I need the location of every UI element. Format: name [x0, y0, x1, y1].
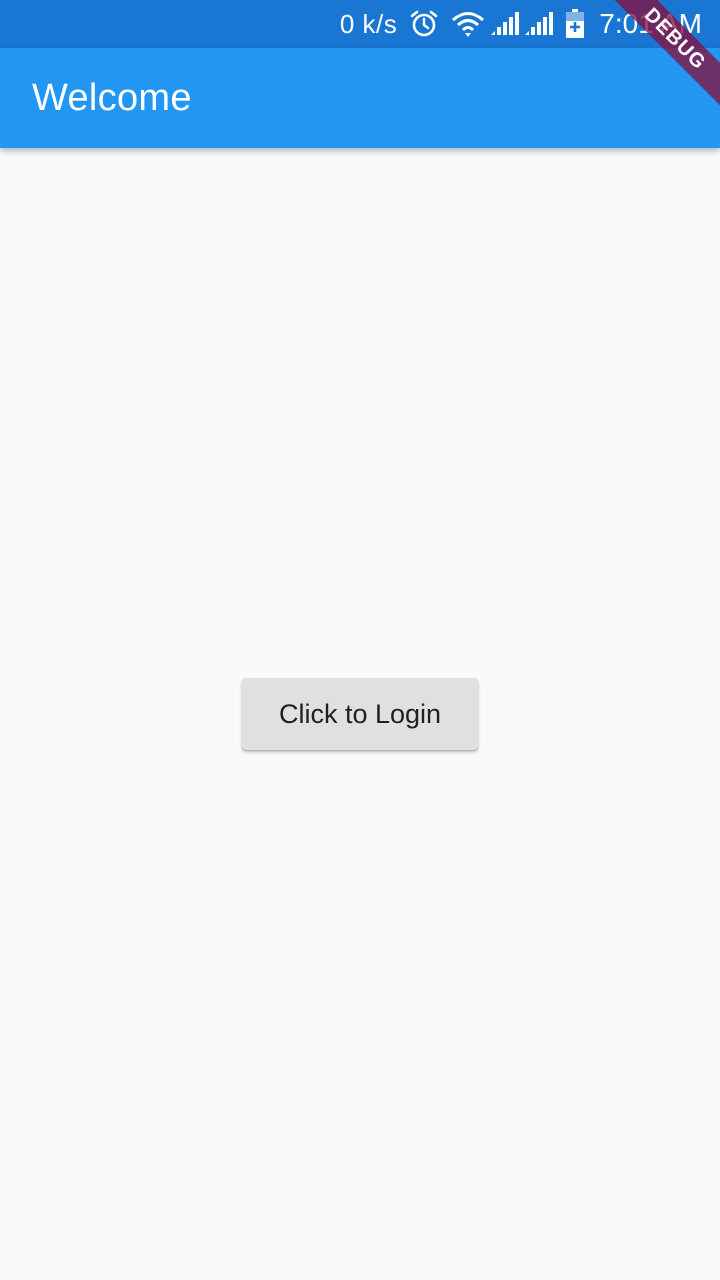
battery-charging-icon: [565, 9, 585, 39]
alarm-icon: [409, 9, 439, 39]
login-button[interactable]: Click to Login: [242, 678, 478, 750]
app-bar: Welcome: [0, 48, 720, 148]
status-bar: 0 k/s 7:01 AM: [0, 0, 720, 48]
app-screen: 0 k/s 7:01 AM Welcome Click to Login DEB…: [0, 0, 720, 1280]
main-content: Click to Login: [0, 148, 720, 1280]
signal-icon: [489, 11, 520, 37]
signal-icon: [523, 11, 554, 37]
network-speed: 0 k/s: [339, 8, 398, 39]
wifi-icon: [451, 10, 485, 38]
page-title: Welcome: [32, 76, 192, 119]
clock-time: 7:01 AM: [599, 8, 702, 39]
